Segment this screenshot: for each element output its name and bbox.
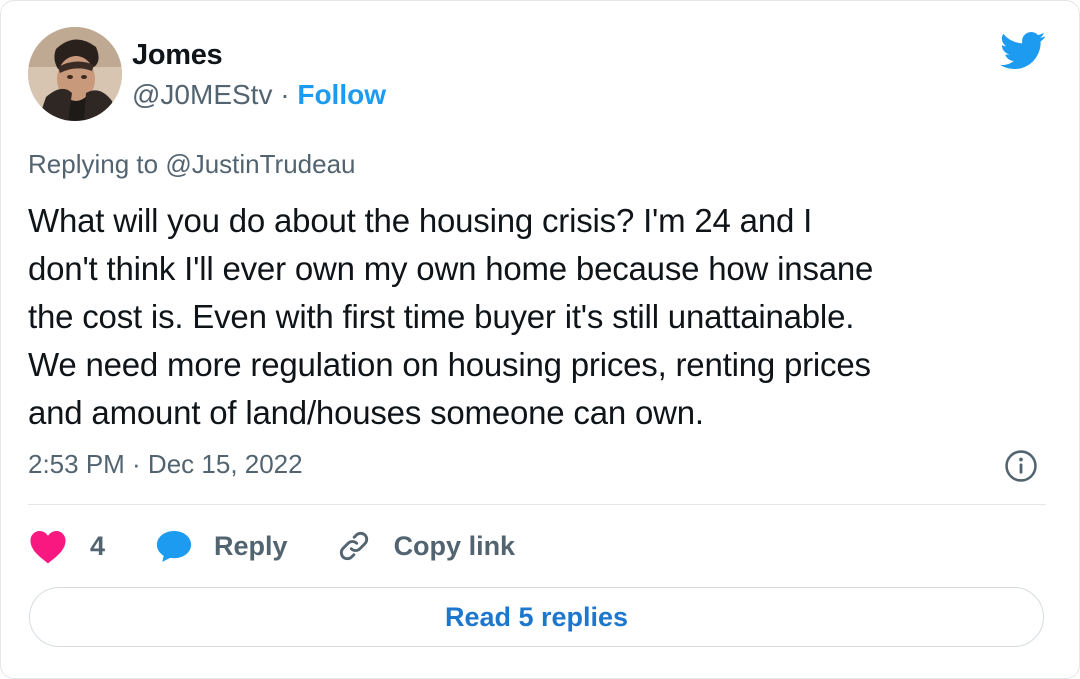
info-icon[interactable] [1004,449,1038,483]
author-name[interactable]: Jomes [132,39,223,72]
copy-link-button[interactable]: Copy link [336,528,516,564]
replying-prefix: Replying to [28,149,159,179]
reply-label: Reply [214,530,288,561]
like-button[interactable]: 4 [28,528,105,564]
tweet-text-line: What will you do about the housing crisi… [28,202,813,239]
tweet-timestamp[interactable]: 2:53 PM · Dec 15, 2022 [28,449,303,480]
tweet-text: What will you do about the housing crisi… [28,197,1038,437]
heart-icon [30,530,66,564]
speech-bubble-icon [156,530,192,562]
tweet-text-line: don't think I'll ever own my own home be… [28,250,874,287]
handle-separator: · [280,79,290,110]
author-handle[interactable]: @J0MEStv [132,79,272,110]
replying-to-line: Replying to @JustinTrudeau [28,149,356,180]
replying-to-mention[interactable]: @JustinTrudeau [165,149,355,179]
tweet-actions: 4 Reply Copy link [28,523,515,569]
copy-link-label: Copy link [393,530,516,561]
tweet-text-line: and amount of land/houses someone can ow… [28,394,704,431]
like-count: 4 [90,530,106,561]
follow-button[interactable]: Follow [297,79,386,110]
read-replies-button[interactable]: Read 5 replies [29,587,1044,647]
tweet-text-line: We need more regulation on housing price… [28,346,871,383]
divider [28,504,1046,505]
reply-button[interactable]: Reply [155,528,288,564]
avatar[interactable] [28,27,122,121]
read-replies-label: Read 5 replies [444,601,629,632]
tweet-card: Jomes @J0MEStv · Follow Replying to @Jus… [0,0,1080,679]
link-icon [339,531,368,561]
twitter-bird-icon[interactable] [1000,31,1046,71]
avatar-photo [28,27,122,121]
tweet-text-line: the cost is. Even with first time buyer … [28,298,855,335]
author-handle-line: @J0MEStv · Follow [132,79,386,111]
